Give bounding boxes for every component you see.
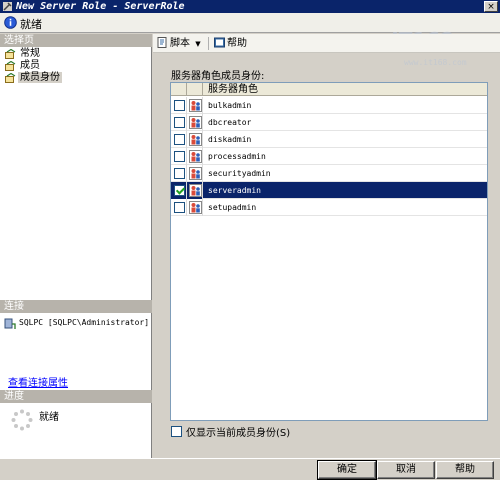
wrench-icon xyxy=(3,2,12,11)
grid-header: 服务器角色 xyxy=(171,83,487,96)
role-name: diskadmin xyxy=(208,135,252,144)
pages-header: 选择页 xyxy=(0,34,152,47)
page-item-membership[interactable]: 成员身份 xyxy=(4,72,62,84)
title-bar: New Server Role - ServerRole × xyxy=(0,0,500,13)
icon-column-header xyxy=(187,83,203,96)
role-icon-cell xyxy=(187,148,203,165)
page-item-label: 成员 xyxy=(20,60,40,71)
progress-spinner-icon xyxy=(11,409,33,431)
role-icon-cell xyxy=(187,97,203,114)
role-checkbox[interactable] xyxy=(174,134,185,145)
page-item-general[interactable]: 常规 xyxy=(4,48,62,60)
server-role-icon xyxy=(189,133,202,146)
progress-header: 进度 xyxy=(0,390,152,403)
progress-text: 就绪 xyxy=(39,412,59,423)
connection-text: SQLPC [SQLPC\Administrator] xyxy=(19,318,150,327)
help-button[interactable]: 帮助 xyxy=(436,461,494,479)
server-role-icon xyxy=(189,184,202,197)
help-toolbar-label: 帮助 xyxy=(227,38,247,49)
server-role-icon xyxy=(189,150,202,163)
role-name: serveradmin xyxy=(208,186,261,195)
page-icon xyxy=(5,49,16,59)
role-icon-cell xyxy=(187,199,203,216)
role-column-header: 服务器角色 xyxy=(208,84,258,95)
page-item-label: 成员身份 xyxy=(18,72,62,83)
watermark-url: www.it168.com xyxy=(404,58,467,67)
role-checkbox-cell xyxy=(171,131,187,148)
toolbar-separator xyxy=(208,37,209,50)
script-icon xyxy=(157,37,167,48)
script-label: 脚本 xyxy=(170,38,190,49)
role-icon-cell xyxy=(187,182,203,199)
role-checkbox-cell xyxy=(171,182,187,199)
chevron-down-icon[interactable]: ▼ xyxy=(195,40,200,48)
role-name: securityadmin xyxy=(208,169,271,178)
cancel-button[interactable]: 取消 xyxy=(377,461,435,479)
window-title: New Server Role - ServerRole xyxy=(16,1,185,12)
role-row[interactable]: setupadmin xyxy=(171,199,487,216)
role-row[interactable]: serveradmin xyxy=(171,182,487,199)
connection-header: 连接 xyxy=(0,300,152,313)
role-icon-cell xyxy=(187,131,203,148)
role-row[interactable]: dbcreator xyxy=(171,114,487,131)
script-button[interactable]: 脚本 ▼ xyxy=(157,36,201,51)
role-checkbox-cell xyxy=(171,165,187,182)
page-list: 常规 成员 成员身份 xyxy=(4,48,62,84)
ok-button[interactable]: 确定 xyxy=(317,460,377,480)
role-name: bulkadmin xyxy=(208,101,252,110)
close-button[interactable]: × xyxy=(484,1,498,12)
status-text: 就绪 xyxy=(20,18,42,31)
role-row[interactable]: processadmin xyxy=(171,148,487,165)
role-name: setupadmin xyxy=(208,203,257,212)
show-current-membership-label[interactable]: 仅显示当前成员身份(S) xyxy=(186,424,290,439)
role-checkbox[interactable] xyxy=(174,202,185,213)
page-item-label: 常规 xyxy=(20,48,40,59)
show-current-membership-checkbox[interactable] xyxy=(171,426,182,437)
role-checkbox[interactable] xyxy=(174,151,185,162)
role-checkbox-cell xyxy=(171,97,187,114)
checkbox-column-header xyxy=(171,83,187,96)
help-icon xyxy=(214,37,225,48)
server-role-icon xyxy=(189,201,202,214)
role-row[interactable]: diskadmin xyxy=(171,131,487,148)
role-name: dbcreator xyxy=(208,118,252,127)
role-checkbox-cell xyxy=(171,148,187,165)
role-row[interactable]: securityadmin xyxy=(171,165,487,182)
role-checkbox[interactable] xyxy=(174,168,185,179)
server-roles-grid: 服务器角色 bulkadmin dbcreator diskadmin process… xyxy=(170,82,488,421)
role-checkbox[interactable] xyxy=(174,117,185,128)
server-role-icon xyxy=(189,116,202,129)
role-checkbox[interactable] xyxy=(174,185,185,196)
role-checkbox-cell xyxy=(171,114,187,131)
role-checkbox[interactable] xyxy=(174,100,185,111)
role-icon-cell xyxy=(187,114,203,131)
help-toolbar-button[interactable]: 帮助 xyxy=(214,36,247,51)
role-row[interactable]: bulkadmin xyxy=(171,97,487,114)
page-icon xyxy=(5,73,16,83)
server-connection-icon xyxy=(4,318,16,329)
server-role-icon xyxy=(189,99,202,112)
server-role-icon xyxy=(189,167,202,180)
role-checkbox-cell xyxy=(171,199,187,216)
role-icon-cell xyxy=(187,165,203,182)
toolbar: 脚本 ▼ 帮助 xyxy=(153,34,500,53)
role-name: processadmin xyxy=(208,152,266,161)
server-role-membership-label: 服务器角色成员身份: xyxy=(171,71,265,82)
page-item-members[interactable]: 成员 xyxy=(4,60,62,72)
view-connection-properties-link[interactable]: 查看连接属性 xyxy=(8,374,68,389)
info-icon xyxy=(4,16,17,29)
page-icon xyxy=(5,61,16,71)
